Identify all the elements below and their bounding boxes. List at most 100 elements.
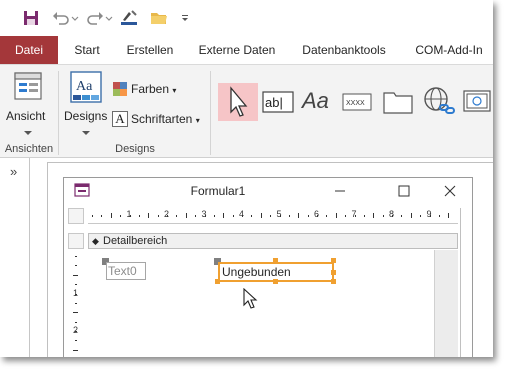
ruler-tick: [223, 213, 225, 218]
ruler-tick: [120, 215, 122, 217]
label-control-icon[interactable]: Aa: [302, 87, 334, 115]
form-selector[interactable]: [68, 208, 84, 224]
ruler-tick: [373, 213, 375, 218]
format-painter-icon[interactable]: [118, 8, 140, 28]
navigation-pane: »: [0, 158, 30, 357]
ruler-tick: [148, 213, 150, 218]
hyperlink-control-icon[interactable]: [422, 85, 456, 117]
designs-button[interactable]: Designs: [64, 109, 107, 123]
group-separator: [210, 71, 211, 155]
ruler-tick: [410, 213, 412, 218]
ruler-tick: [232, 215, 234, 217]
ruler-tick: [270, 215, 272, 217]
resize-handle-bottom-right[interactable]: [331, 279, 336, 284]
ruler-number: 1: [126, 209, 132, 219]
group-views-label: Ansichten: [4, 143, 54, 155]
ruler-tick: [75, 321, 77, 323]
fonts-icon[interactable]: A: [112, 111, 128, 127]
mouse-cursor-icon: [243, 287, 259, 310]
section-arrow-icon: ◆: [92, 236, 99, 246]
resize-handle-top-right[interactable]: [331, 258, 336, 263]
fonts-button-label: Schriftarten: [131, 112, 193, 126]
resize-handle-bottom-left[interactable]: [215, 279, 220, 284]
minimize-icon[interactable]: [330, 181, 350, 201]
tab-database-tools[interactable]: Datenbanktools: [294, 36, 394, 64]
textbox-control-icon[interactable]: ab|: [262, 91, 294, 113]
ruler-tick: [307, 215, 309, 217]
ruler-tick: [176, 215, 178, 217]
ruler-tick: [363, 215, 365, 217]
ruler-tick: [448, 213, 450, 218]
section-label: Detailbereich: [103, 235, 168, 247]
ruler-tick: [401, 215, 403, 217]
ruler-tick: [326, 215, 328, 217]
maximize-icon[interactable]: [394, 181, 414, 201]
ruler-tick: [260, 213, 262, 218]
label-control[interactable]: Text0: [106, 262, 146, 280]
ruler-tick: [110, 213, 112, 218]
ruler-tick: [335, 213, 337, 218]
view-dropdown-icon[interactable]: [24, 125, 32, 139]
colors-button[interactable]: Farben ▾: [131, 82, 176, 96]
view-icon[interactable]: [12, 71, 46, 101]
vertical-scrollbar[interactable]: [434, 250, 458, 357]
section-selector[interactable]: [68, 233, 84, 249]
ruler-number: 3: [201, 209, 207, 219]
horizontal-ruler: 1 2 3 4 5 6 7 8 9: [68, 208, 460, 226]
expand-pane-icon[interactable]: »: [10, 164, 17, 179]
ruler-tick: [75, 302, 77, 304]
ruler-tick: [185, 213, 187, 218]
ruler-tick: [288, 215, 290, 217]
ruler-tick: [157, 215, 159, 217]
tab-external-data[interactable]: Externe Daten: [192, 36, 282, 64]
ruler-tick: [438, 215, 440, 217]
tab-start[interactable]: Start: [66, 36, 108, 64]
resize-handle-right[interactable]: [331, 270, 336, 275]
ruler-number: 7: [351, 209, 357, 219]
tab-create[interactable]: Erstellen: [120, 36, 180, 64]
redo-icon[interactable]: [84, 8, 114, 28]
designs-dropdown-icon[interactable]: [82, 125, 90, 139]
ruler-tick: [75, 256, 77, 257]
section-bar[interactable]: ◆ Detailbereich: [88, 233, 458, 249]
ribbon-tabs: Datei Start Erstellen Externe Daten Date…: [0, 36, 493, 64]
ruler-tick: [382, 215, 384, 217]
ruler-scale: 1 2 3 4 5 6 7 8 9: [88, 208, 458, 224]
window-right-edge: [460, 208, 472, 357]
designs-icon[interactable]: Aa: [70, 71, 102, 103]
ruler-number: 2: [73, 325, 79, 335]
svg-text:ab|: ab|: [265, 95, 283, 110]
view-button[interactable]: Ansicht: [6, 109, 45, 123]
svg-text:Aa: Aa: [76, 79, 93, 94]
colors-dropdown-icon: ▾: [172, 86, 177, 95]
colors-button-label: Farben: [131, 82, 170, 96]
ruler-tick: [73, 274, 78, 276]
form-title-bar: Formular1: [64, 178, 472, 204]
ruler-tick: [73, 349, 78, 351]
ruler-number: 1: [73, 287, 79, 298]
ruler-tick: [73, 312, 78, 314]
tab-com-add-in[interactable]: COM-Add-In: [406, 36, 492, 64]
resize-handle-top[interactable]: [273, 258, 278, 263]
ruler-number: 9: [426, 209, 432, 219]
ruler-tick: [420, 215, 422, 217]
tab-file[interactable]: Datei: [0, 36, 58, 64]
ruler-number: 2: [164, 209, 170, 219]
ruler-number: 5: [276, 209, 282, 219]
fonts-button[interactable]: Schriftarten ▾: [131, 112, 200, 126]
ruler-tick: [195, 215, 197, 217]
button-control-icon[interactable]: XXXX: [342, 93, 372, 111]
tab-control-icon[interactable]: [382, 89, 414, 115]
save-icon[interactable]: [20, 8, 42, 28]
select-pointer-icon[interactable]: [218, 83, 258, 121]
svg-text:XXXX: XXXX: [346, 100, 365, 107]
customize-icon[interactable]: [178, 8, 192, 28]
open-folder-icon[interactable]: [148, 8, 170, 28]
colors-icon[interactable]: [112, 81, 128, 97]
ruler-number: 8: [389, 209, 395, 219]
ruler-tick: [345, 215, 347, 217]
resize-handle-bottom[interactable]: [273, 279, 278, 284]
undo-icon[interactable]: [50, 8, 80, 28]
web-browser-control-icon[interactable]: [462, 89, 492, 113]
close-icon[interactable]: [440, 181, 460, 201]
